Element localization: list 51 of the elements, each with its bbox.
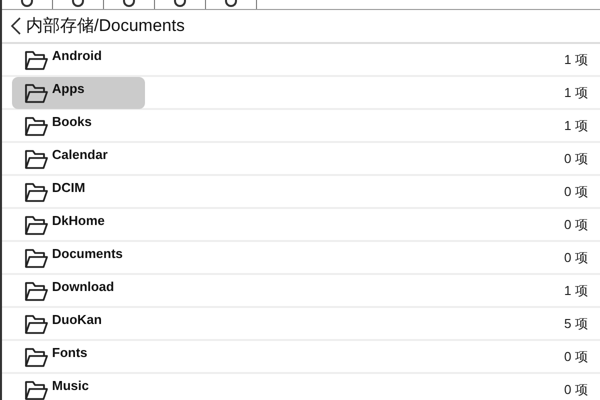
folder-icon (24, 378, 48, 400)
folder-item[interactable]: Android (12, 44, 145, 76)
folder-icon (24, 180, 48, 202)
folder-name: DkHome (52, 212, 105, 230)
item-count: 0 项 (564, 182, 588, 201)
folder-icon (24, 82, 48, 104)
folder-item[interactable]: Download (12, 274, 145, 306)
folder-name: DCIM (52, 178, 86, 197)
folder-name: Music (52, 376, 89, 395)
item-count: 0 项 (564, 248, 588, 267)
folder-item[interactable]: Apps (12, 76, 145, 108)
folder-item[interactable]: Calendar (12, 142, 145, 174)
item-count: 1 项 (564, 84, 588, 102)
folder-icon (24, 148, 48, 170)
folder-name: Apps (52, 80, 84, 98)
item-count: 0 项 (564, 348, 588, 366)
folder-item[interactable]: DCIM (12, 176, 145, 208)
item-count: 0 项 (564, 150, 588, 168)
status-icon[interactable] (123, 0, 135, 7)
folder-item[interactable]: Music (12, 374, 145, 400)
status-icon[interactable] (225, 0, 237, 7)
status-icon[interactable] (174, 0, 186, 7)
folder-item[interactable]: Fonts (12, 340, 145, 372)
folder-path: 内部存储/Documents (26, 15, 185, 38)
folder-icon (24, 214, 48, 236)
folder-icon (24, 114, 48, 136)
folder-icon (24, 48, 48, 70)
item-count: 0 项 (564, 380, 588, 399)
folder-icon (24, 312, 48, 334)
item-count: 1 项 (564, 50, 588, 69)
folder-name: Fonts (52, 344, 88, 362)
item-count: 0 项 (564, 216, 588, 234)
folder-name: Download (52, 278, 114, 296)
folder-item[interactable]: DuoKan (12, 308, 145, 340)
folder-item[interactable]: Documents (12, 242, 145, 274)
folder-icon (24, 280, 48, 302)
folder-item[interactable]: Books (12, 110, 145, 142)
folder-item[interactable]: DkHome (12, 208, 145, 240)
folder-icon (24, 346, 48, 368)
item-count: 5 项 (564, 314, 588, 333)
folder-icon (24, 246, 48, 268)
folder-name: Documents (52, 244, 123, 263)
folder-name: Android (52, 46, 102, 65)
back-icon[interactable] (10, 16, 22, 36)
status-icon[interactable] (21, 0, 33, 7)
folder-name: Calendar (52, 146, 108, 164)
folder-name: DuoKan (52, 310, 102, 329)
item-count: 1 项 (564, 116, 588, 135)
status-icon[interactable] (72, 0, 84, 7)
item-count: 1 项 (564, 282, 588, 300)
folder-name: Books (52, 112, 92, 131)
